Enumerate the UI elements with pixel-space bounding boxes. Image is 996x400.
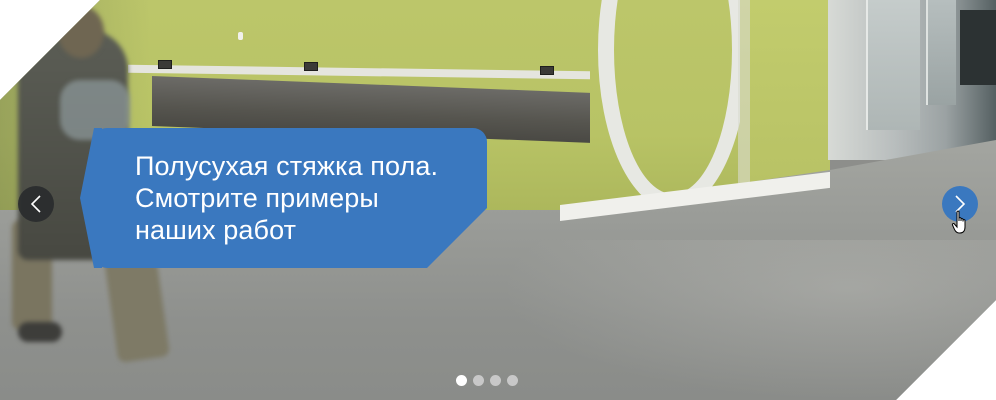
scene-wall-light	[238, 32, 243, 40]
scene-person-shoe	[18, 322, 62, 342]
caption-line: Полусухая стяжка пола.	[135, 151, 439, 181]
pagination-dot-1[interactable]	[456, 375, 467, 386]
scene-doorway	[960, 10, 996, 85]
slide-caption[interactable]: Полусухая стяжка пола. Смотрите примеры …	[93, 128, 487, 268]
pagination-dot-4[interactable]	[507, 375, 518, 386]
scene-floor-sheen	[500, 240, 996, 400]
caption-text: Полусухая стяжка пола. Смотрите примеры …	[135, 150, 475, 246]
scene-glass-panel	[866, 0, 920, 130]
scene-socket	[158, 60, 172, 69]
chevron-left-icon	[30, 195, 41, 213]
scene-glass-panel	[926, 0, 956, 105]
hero-slider: Полусухая стяжка пола. Смотрите примеры …	[0, 0, 996, 400]
prev-slide-button[interactable]	[18, 186, 54, 222]
scene-wall-corner	[738, 0, 750, 210]
caption-line: наших работ	[135, 215, 297, 245]
scene-person-head	[58, 6, 104, 58]
hand-pointer-icon	[951, 210, 966, 234]
slider-pagination	[456, 375, 518, 386]
pagination-dot-2[interactable]	[473, 375, 484, 386]
caption-line: Смотрите примеры	[135, 183, 379, 213]
pagination-dot-3[interactable]	[490, 375, 501, 386]
scene-socket	[540, 66, 554, 75]
scene-socket	[304, 62, 318, 71]
